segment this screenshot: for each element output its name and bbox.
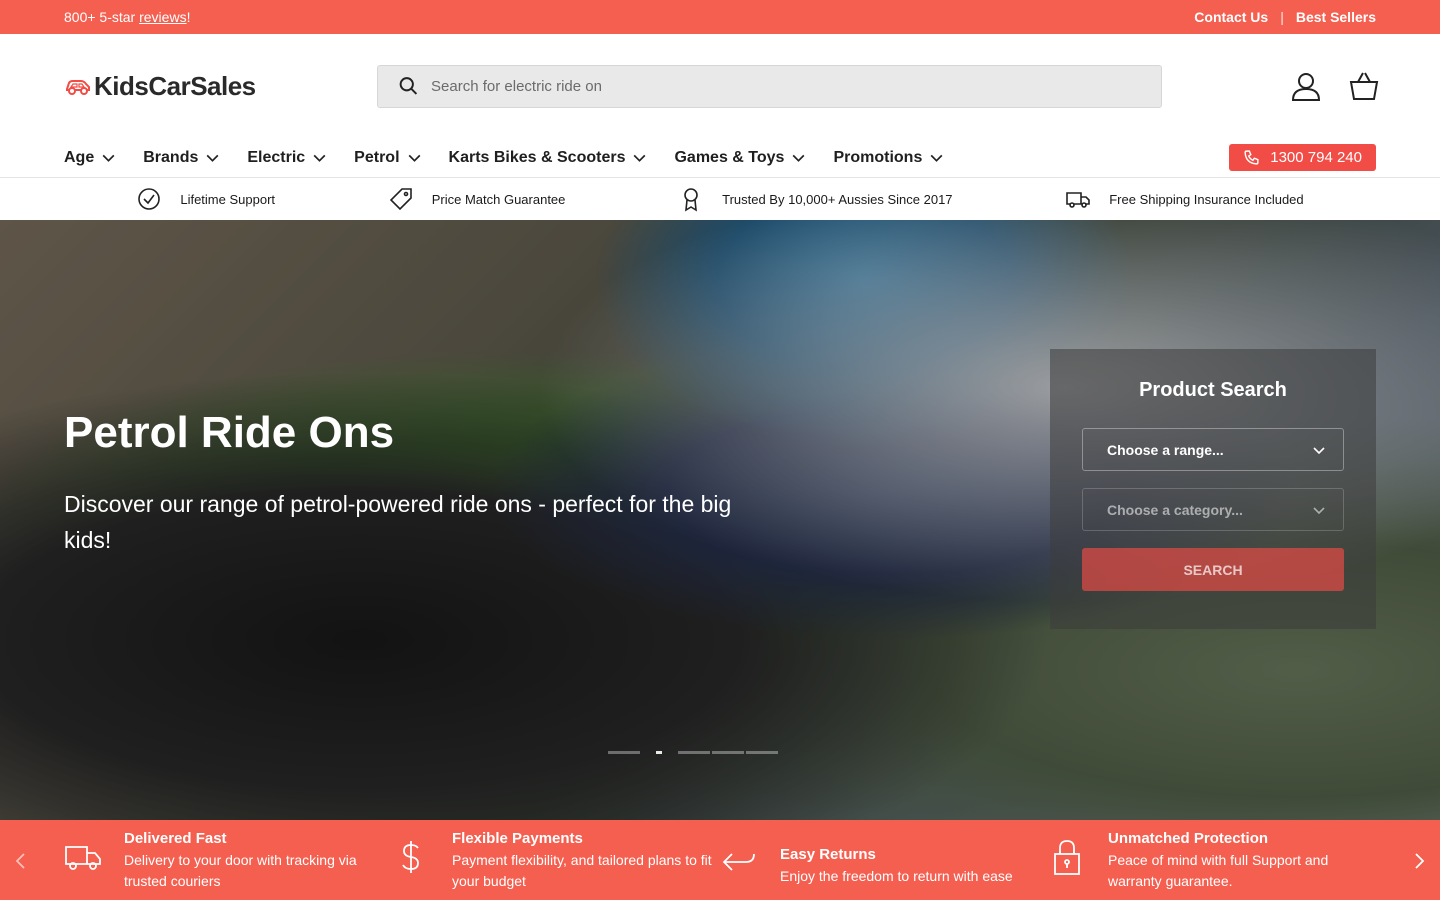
car-logo-icon [66,80,90,95]
usp-item: Lifetime Support [136,186,275,212]
usp-item: Free Shipping Insurance Included [1065,186,1304,212]
search-bar[interactable] [377,64,1162,108]
feature-title: Flexible Payments [452,830,583,847]
phone-number: 1300 794 240 [1270,149,1362,166]
nav-item-electric[interactable]: Electric [247,149,328,167]
feature-item: Unmatched Protection Peace of mind with … [1048,830,1376,892]
reviews-link[interactable]: reviews [139,9,186,25]
reviews-text: 800+ 5-star reviews! [64,9,190,25]
search-input[interactable] [431,77,1145,95]
usp-label: Lifetime Support [180,191,276,207]
nav-item-brands[interactable]: Brands [143,149,221,167]
feature-item: Easy Returns Enjoy the freedom to return… [720,836,1048,887]
feature-title: Easy Returns [780,845,876,863]
phone-button[interactable]: 1300 794 240 [1229,144,1376,171]
feature-title: Delivered Fast [124,830,227,847]
nav-item-games-toys[interactable]: Games & Toys [674,149,807,167]
slide-dot[interactable] [712,751,744,754]
hero-title: Petrol Ride Ons [64,408,395,457]
tag-icon [389,188,412,211]
chevron-left-icon[interactable] [10,850,32,872]
product-search-title: Product Search [1139,379,1287,401]
account-icon[interactable] [1290,70,1322,102]
nav-item-petrol[interactable]: Petrol [354,149,422,167]
nav-label: Karts Bikes & Scooters [448,148,626,166]
truck-icon [65,846,101,870]
nav-label: Brands [143,148,199,166]
usp-label: Price Match Guarantee [431,191,566,207]
basket-icon[interactable] [1348,70,1380,102]
site-header: KidsCarSales [0,34,1440,138]
features-carousel: Delivered Fast Delivery to your door wit… [0,820,1440,900]
feature-desc: Delivery to your door with tracking via … [124,852,357,889]
hero-content: Petrol Ride Ons Discover our range of pe… [64,408,764,558]
nav-label: Electric [247,148,306,166]
usp-label: Trusted By 10,000+ Aussies Since 2017 [722,191,953,207]
chevron-down-icon [1313,446,1325,454]
phone-icon [1244,150,1259,165]
slide-dot[interactable] [608,751,640,754]
nav-item-age[interactable]: Age [64,149,117,167]
best-sellers-link[interactable]: Best Sellers [1296,9,1376,25]
chevron-down-icon [206,154,219,162]
chevron-down-icon [930,154,943,162]
nav-item-karts-bikes-scooters[interactable]: Karts Bikes & Scooters [449,149,649,167]
hero-slideshow[interactable]: Petrol Ride Ons Discover our range of pe… [0,220,1440,820]
return-arrow-icon [722,852,755,871]
chevron-down-icon [408,154,420,162]
award-icon [684,188,698,212]
logo[interactable]: KidsCarSales [64,71,377,102]
nav-item-promotions[interactable]: Promotions [833,149,945,167]
check-circle-icon [138,188,161,210]
logo-text: KidsCarSales [94,70,256,101]
chevron-down-icon [634,154,646,162]
reviews-prefix: 800+ 5-star [64,9,140,25]
category-select[interactable]: Choose a category... [1082,488,1344,531]
range-select[interactable]: Choose a range... [1082,428,1344,471]
slide-dot-active[interactable] [656,751,662,754]
contact-us-link[interactable]: Contact Us [1194,9,1268,25]
feature-desc: Peace of mind with full Support and warr… [1108,852,1329,889]
chevron-down-icon [1313,506,1325,514]
usp-label: Free Shipping Insurance Included [1109,191,1304,207]
feature-item: Delivered Fast Delivery to your door wit… [64,830,392,892]
usp-item: Price Match Guarantee [388,186,566,212]
separator: | [1280,9,1284,25]
reviews-suffix: ! [186,9,191,25]
usp-item: Trusted By 10,000+ Aussies Since 2017 [678,186,953,212]
announcement-bar: 800+ 5-star reviews! Contact Us | Best S… [0,0,1440,34]
chevron-down-icon [313,154,326,162]
chevron-down-icon [102,154,115,162]
nav-label: Age [64,148,95,166]
slide-indicators [608,751,778,754]
nav-label: Games & Toys [674,148,785,166]
lock-icon [1054,840,1080,875]
range-select-label: Choose a range... [1107,441,1224,458]
product-search-panel: Product Search Choose a range... Choose … [1050,349,1376,629]
usp-strip: Lifetime Support Price Match Guarantee T… [0,178,1440,220]
chevron-down-icon [793,154,805,162]
search-icon[interactable] [398,75,419,97]
slide-dot[interactable] [746,751,778,754]
chevron-right-icon[interactable] [1408,850,1430,872]
main-nav: Age Brands Electric Petrol Karts Bikes &… [0,138,1440,178]
hero-subtitle: Discover our range of petrol-powered rid… [64,491,732,553]
nav-label: Promotions [833,148,923,166]
feature-title: Unmatched Protection [1108,830,1269,847]
feature-desc: Enjoy the freedom to return with ease [780,867,1013,884]
search-button[interactable]: SEARCH [1082,548,1344,591]
category-select-label: Choose a category... [1107,501,1243,518]
slide-dot[interactable] [678,751,710,754]
dollar-icon [402,841,419,873]
feature-desc: Payment flexibility, and tailored plans … [452,852,712,889]
feature-item: Flexible Payments Payment flexibility, a… [392,830,720,892]
nav-label: Petrol [354,148,400,166]
truck-icon [1066,192,1091,208]
